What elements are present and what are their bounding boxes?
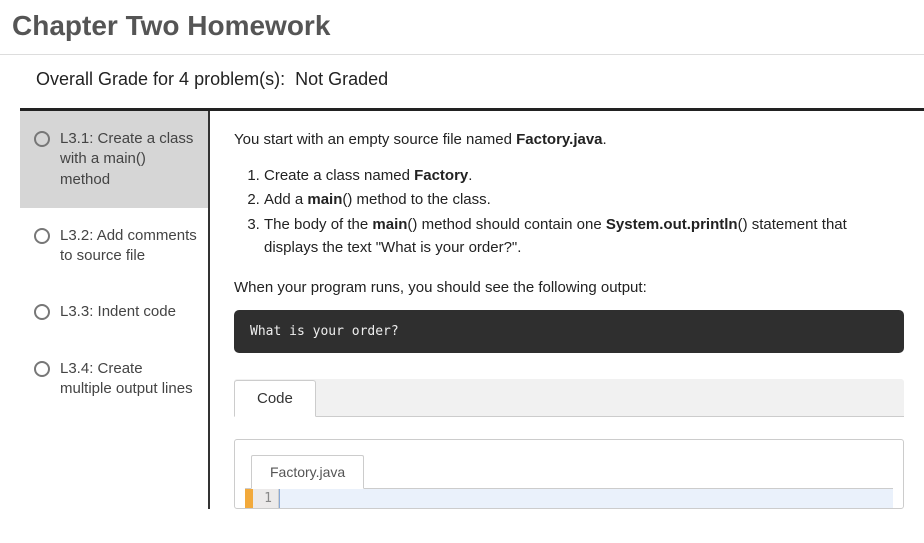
radio-icon [34, 304, 50, 320]
radio-icon [34, 228, 50, 244]
sidebar-item-label: L3.2: Add comments to source file [60, 226, 198, 267]
sidebar-item-l3-2[interactable]: L3.2: Add comments to source file [20, 208, 208, 285]
sidebar-item-l3-3[interactable]: L3.3: Indent code [20, 284, 208, 340]
radio-icon [34, 131, 50, 147]
file-tabs: Factory.java [245, 454, 893, 489]
sidebar-item-l3-4[interactable]: L3.4: Create multiple output lines [20, 341, 208, 418]
sidebar-item-l3-1[interactable]: L3.1: Create a class with a main() metho… [20, 111, 208, 208]
step-1: Create a class named Factory. [264, 164, 904, 187]
intro-text: You start with an empty source file name… [234, 131, 904, 148]
editor-frame: Factory.java 1 [234, 439, 904, 509]
when-run-text: When your program runs, you should see t… [234, 279, 904, 296]
intro-filename: Factory.java [516, 131, 602, 148]
line-number: 1 [253, 489, 279, 508]
step-2: Add a main() method to the class. [264, 188, 904, 211]
tab-code[interactable]: Code [234, 380, 316, 417]
file-tab-factory[interactable]: Factory.java [251, 455, 364, 489]
panel-tabs: Code [234, 379, 904, 417]
step-list: Create a class named Factory. Add a main… [264, 164, 904, 259]
step-3: The body of the main() method should con… [264, 213, 904, 260]
sidebar-item-label: L3.1: Create a class with a main() metho… [60, 129, 198, 190]
problem-detail: You start with an empty source file name… [210, 111, 924, 509]
code-line[interactable] [279, 489, 893, 508]
page-title: Chapter Two Homework [0, 0, 924, 54]
sidebar-item-label: L3.4: Create multiple output lines [60, 359, 198, 400]
expected-output: What is your order? [234, 310, 904, 353]
grade-status: Not Graded [295, 69, 388, 89]
grade-prefix: Overall Grade for 4 problem(s): [36, 69, 285, 89]
gutter-marker [245, 489, 253, 508]
radio-icon [34, 361, 50, 377]
code-editor[interactable]: 1 [245, 489, 893, 508]
sidebar-item-label: L3.3: Indent code [60, 302, 198, 322]
intro-pre: You start with an empty source file name… [234, 131, 516, 148]
overall-grade: Overall Grade for 4 problem(s): Not Grad… [20, 55, 924, 111]
intro-post: . [603, 131, 607, 148]
problem-list: L3.1: Create a class with a main() metho… [20, 111, 210, 509]
